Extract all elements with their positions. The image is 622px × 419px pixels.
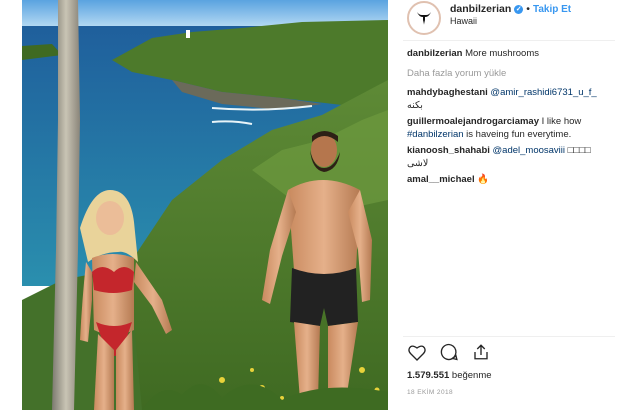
post-side-panel: danbilzerian ✓ • Takip Et Hawaii danbilzeri… bbox=[397, 0, 622, 419]
post-date[interactable]: 18 EKİM 2018 bbox=[407, 389, 453, 396]
caption: danbilzerian More mushrooms bbox=[407, 48, 613, 61]
heart-icon[interactable] bbox=[407, 342, 427, 362]
bull-logo-icon bbox=[411, 5, 437, 31]
likes-label: beğenme bbox=[451, 370, 492, 381]
location-link[interactable]: Hawaii bbox=[450, 16, 477, 26]
likes-number: 1.579.551 bbox=[407, 370, 450, 381]
instagram-post: danbilzerian ✓ • Takip Et Hawaii danbilzeri… bbox=[0, 0, 622, 419]
comment-item: mahdybaghestani @amir_rashidi6731_u_f_ ب… bbox=[407, 87, 613, 112]
comment-item: amal__michael 🔥 bbox=[407, 174, 613, 187]
comment-username[interactable]: guillermoalejandrogarciamay bbox=[407, 116, 539, 127]
comment-mention[interactable]: @adel_moosaviii bbox=[493, 145, 565, 156]
comment-text: I like how bbox=[541, 116, 582, 127]
comments-list: danbilzerian More mushrooms Daha fazla y… bbox=[407, 48, 613, 191]
comment-username[interactable]: kianoosh_shahabi bbox=[407, 145, 490, 156]
likes-count[interactable]: 1.579.551 beğenme bbox=[407, 370, 492, 381]
comment-item: kianoosh_shahabi @adel_moosaviii □□□□ لا… bbox=[407, 145, 613, 170]
avatar[interactable] bbox=[407, 1, 441, 35]
post-photo[interactable] bbox=[22, 0, 388, 410]
caption-text: More mushrooms bbox=[465, 48, 539, 59]
separator-dot: • bbox=[526, 3, 530, 15]
follow-button[interactable]: Takip Et bbox=[533, 4, 571, 15]
comment-mention[interactable]: @amir_rashidi6731_u_f_ bbox=[490, 87, 596, 98]
comment-text: لاشی bbox=[407, 157, 429, 169]
divider bbox=[403, 336, 615, 337]
caption-username[interactable]: danbilzerian bbox=[407, 48, 462, 59]
load-more-comments-button[interactable]: Daha fazla yorum yükle bbox=[407, 68, 613, 81]
comment-text: بکنه bbox=[407, 99, 423, 111]
comment-icon[interactable] bbox=[439, 342, 459, 362]
comment-username[interactable]: amal__michael bbox=[407, 174, 475, 185]
header-username[interactable]: danbilzerian bbox=[450, 3, 511, 15]
header-username-row: danbilzerian ✓ • Takip Et bbox=[450, 3, 571, 15]
comment-item: guillermoalejandrogarciamay I like how #… bbox=[407, 116, 613, 141]
comment-text: □□□□ bbox=[567, 145, 591, 156]
comment-hashtag[interactable]: #danbilzerian bbox=[407, 129, 464, 140]
comment-text: is haveing fun everytime. bbox=[466, 128, 572, 140]
post-photo-image bbox=[22, 0, 388, 410]
post-actions bbox=[407, 342, 491, 362]
post-header: danbilzerian ✓ • Takip Et Hawaii bbox=[403, 0, 615, 41]
comment-username[interactable]: mahdybaghestani bbox=[407, 87, 488, 98]
comment-text: 🔥 bbox=[477, 174, 490, 185]
share-icon[interactable] bbox=[471, 342, 491, 362]
verified-badge-icon: ✓ bbox=[514, 5, 524, 14]
